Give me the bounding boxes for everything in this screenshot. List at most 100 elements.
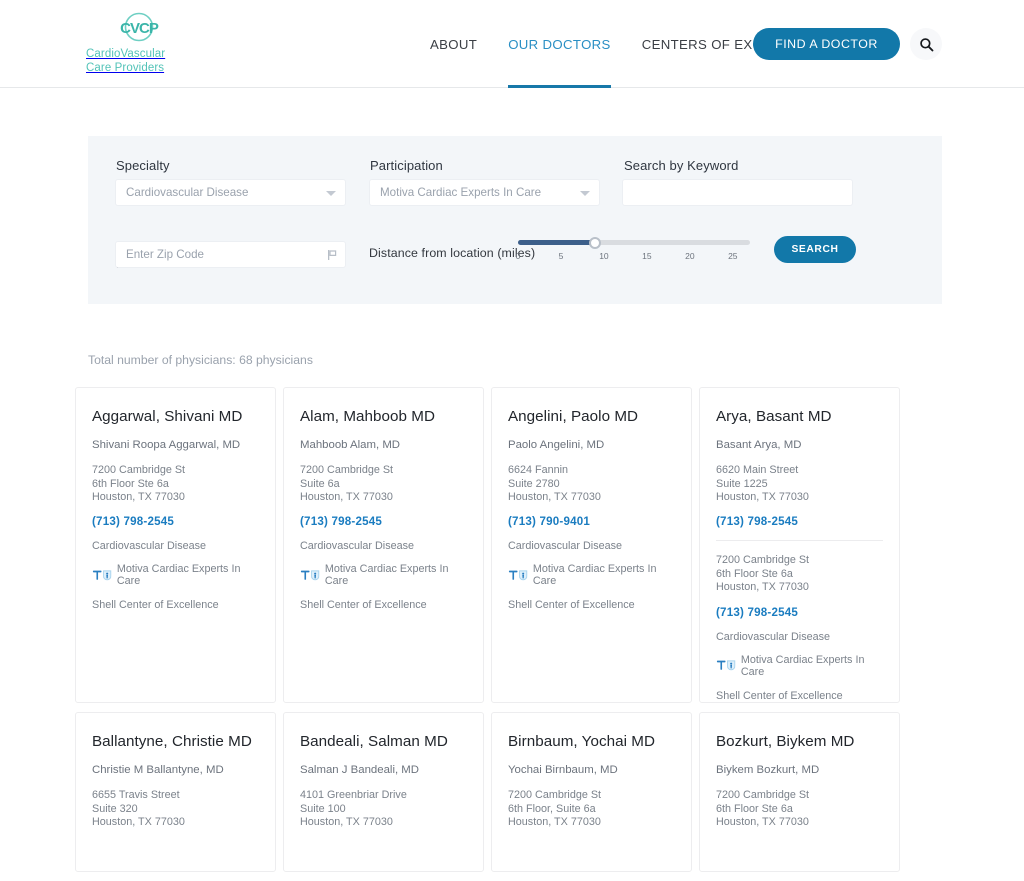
search-filter-panel: Specialty Cardiovascular Disease Partici…	[88, 136, 942, 304]
physician-name: Alam, Mahboob MD	[300, 408, 436, 425]
logo-text-line2: Care Providers	[86, 62, 165, 74]
slider-tick: 15	[642, 251, 652, 261]
specialty-select[interactable]: Cardiovascular Disease	[115, 179, 346, 206]
cvcp-logo-icon: CVCP	[120, 12, 160, 42]
participation-badge-icon	[508, 570, 528, 581]
physician-name: Arya, Basant MD	[716, 408, 832, 425]
physician-full-name: Shivani Roopa Aggarwal, MD	[92, 439, 241, 452]
participation-select[interactable]: Motiva Cardiac Experts In Care	[369, 179, 600, 206]
physician-phone[interactable]: (713) 798-2545	[716, 515, 883, 528]
physician-name: Angelini, Paolo MD	[508, 408, 639, 425]
physician-center-of-excellence: Shell Center of Excellence	[508, 599, 635, 612]
physician-participation: Motiva Cardiac Experts In Care	[716, 654, 883, 678]
nav-item-about[interactable]: ABOUT	[430, 0, 477, 88]
search-icon	[919, 37, 933, 51]
participation-name: Motiva Cardiac Experts In Care	[532, 563, 657, 588]
chevron-down-icon	[580, 191, 590, 196]
physician-participation: Motiva Cardiac Experts In Care	[300, 563, 467, 587]
participation-badge-icon	[300, 570, 320, 581]
slider-tick: 5	[558, 251, 564, 261]
physician-center-of-excellence: Shell Center of Excellence	[300, 599, 427, 612]
slider-fill	[518, 240, 596, 245]
physician-card[interactable]: Arya, Basant MD Basant Arya, MD 6620 Main …	[699, 387, 900, 703]
slider-tick: 25	[728, 251, 738, 261]
physician-phone[interactable]: (713) 798-2545	[92, 515, 259, 528]
physician-card[interactable]: Alam, Mahboob MD Mahboob Alam, MD 7200 Cam…	[283, 387, 484, 703]
participation-badge-icon	[92, 570, 112, 581]
physician-address: 7200 Cambridge St 6th Floor, Suite 6a Hous…	[508, 789, 602, 829]
specialty-value: Cardiovascular Disease	[126, 186, 249, 199]
physician-participation: Motiva Cardiac Experts In Care	[92, 563, 259, 587]
physician-card[interactable]: Ballantyne, Christie MD Christie M Ballan…	[75, 712, 276, 872]
physician-center-of-excellence: Shell Center of Excellence	[716, 689, 843, 702]
physician-address: 7200 Cambridge St 6th Floor Ste 6a Houston…	[92, 464, 186, 504]
physician-results-grid: Aggarwal, Shivani MD Shivani Roopa Aggarw…	[75, 387, 916, 881]
physician-specialty: Cardiovascular Disease	[300, 540, 415, 553]
physician-name: Birnbaum, Yochai MD	[508, 733, 655, 750]
specialty-label: Specialty	[116, 158, 170, 173]
svg-text:CVCP: CVCP	[120, 20, 159, 37]
physician-address: 6655 Travis Street Suite 320 Houston, TX 7…	[92, 789, 185, 829]
physician-card[interactable]: Birnbaum, Yochai MD Yochai Birnbaum, MD 72…	[491, 712, 692, 872]
physician-specialty: Cardiovascular Disease	[92, 540, 207, 553]
physician-full-name: Paolo Angelini, MD	[508, 439, 605, 452]
physician-full-name: Basant Arya, MD	[716, 439, 802, 452]
search-button[interactable]: SEARCH	[774, 236, 856, 263]
slider-tick: 0	[515, 251, 521, 261]
participation-name: Motiva Cardiac Experts In Care	[324, 563, 449, 588]
participation-badge-icon	[716, 660, 736, 671]
slider-tick-labels: 0 5 10 15 20 25	[515, 251, 750, 263]
physician-name: Ballantyne, Christie MD	[92, 733, 252, 750]
physician-phone[interactable]: (713) 798-2545	[300, 515, 467, 528]
physician-full-name: Biykem Bozkurt, MD	[716, 764, 820, 777]
physician-card[interactable]: Bozkurt, Biykem MD Biykem Bozkurt, MD 7200…	[699, 712, 900, 872]
site-logo[interactable]: CVCP CardioVascular Care Providers	[84, 10, 194, 75]
physician-card[interactable]: Aggarwal, Shivani MD Shivani Roopa Aggarw…	[75, 387, 276, 703]
physician-specialty: Cardiovascular Disease	[716, 630, 831, 643]
nav-item-our-doctors[interactable]: OUR DOCTORS	[508, 0, 611, 88]
physician-address: 7200 Cambridge St 6th Floor Ste 6a Houston…	[716, 554, 810, 594]
find-a-doctor-button[interactable]: FIND A DOCTOR	[753, 28, 900, 60]
physician-address: 6624 Fannin Suite 2780 Houston, TX 77030	[508, 464, 601, 504]
participation-name: Motiva Cardiac Experts In Care	[116, 563, 241, 588]
physician-full-name: Christie M Ballantyne, MD	[92, 764, 224, 777]
physician-card[interactable]: Angelini, Paolo MD Paolo Angelini, MD 6624…	[491, 387, 692, 703]
physician-address: 7200 Cambridge St 6th Floor Ste 6a Houston…	[716, 789, 810, 829]
chevron-down-icon	[326, 191, 336, 196]
physician-full-name: Mahboob Alam, MD	[300, 439, 401, 452]
physician-full-name: Salman J Bandeali, MD	[300, 764, 420, 777]
location-divider	[716, 540, 883, 542]
physician-phone[interactable]: (713) 790-9401	[508, 515, 675, 528]
participation-value: Motiva Cardiac Experts In Care	[380, 186, 542, 199]
physician-card-row: Aggarwal, Shivani MD Shivani Roopa Aggarw…	[75, 387, 916, 703]
results-count: Total number of physicians: 68 physician…	[88, 353, 313, 367]
physician-name: Aggarwal, Shivani MD	[92, 408, 243, 425]
physician-center-of-excellence: Shell Center of Excellence	[92, 599, 219, 612]
physician-address: 4101 Greenbriar Drive Suite 100 Houston, T…	[300, 789, 407, 829]
slider-tick: 10	[599, 251, 609, 261]
keyword-input[interactable]	[622, 179, 853, 206]
header-search-button[interactable]	[910, 28, 942, 60]
physician-specialty: Cardiovascular Disease	[508, 540, 623, 553]
physician-name: Bandeali, Salman MD	[300, 733, 448, 750]
site-header: CVCP CardioVascular Care Providers ABOUT…	[0, 0, 1024, 88]
physician-full-name: Yochai Birnbaum, MD	[508, 764, 618, 777]
physician-phone[interactable]: (713) 798-2545	[716, 606, 883, 619]
physician-card-row: Ballantyne, Christie MD Christie M Ballan…	[75, 712, 916, 872]
physician-name: Bozkurt, Biykem MD	[716, 733, 855, 750]
location-input-wrap[interactable]: Enter Zip Code	[115, 241, 346, 268]
physician-address: 6620 Main Street Suite 1225 Houston, TX 77…	[716, 464, 809, 504]
physician-address: 7200 Cambridge St Suite 6a Houston, TX 770…	[300, 464, 394, 504]
physician-participation: Motiva Cardiac Experts In Care	[508, 563, 675, 587]
location-pin-icon	[328, 250, 337, 260]
participation-name: Motiva Cardiac Experts In Care	[740, 653, 865, 678]
distance-label: Distance from location (miles)	[369, 246, 536, 260]
slider-track[interactable]	[518, 236, 750, 249]
location-placeholder: Enter Zip Code	[126, 248, 204, 261]
participation-label: Participation	[370, 158, 443, 173]
slider-tick: 20	[685, 251, 695, 261]
slider-handle[interactable]	[589, 236, 602, 249]
logo-text-line1: CardioVascular	[86, 48, 166, 60]
distance-slider[interactable]: 0 5 10 15 20 25	[515, 236, 750, 263]
physician-card[interactable]: Bandeali, Salman MD Salman J Bandeali, MD…	[283, 712, 484, 872]
